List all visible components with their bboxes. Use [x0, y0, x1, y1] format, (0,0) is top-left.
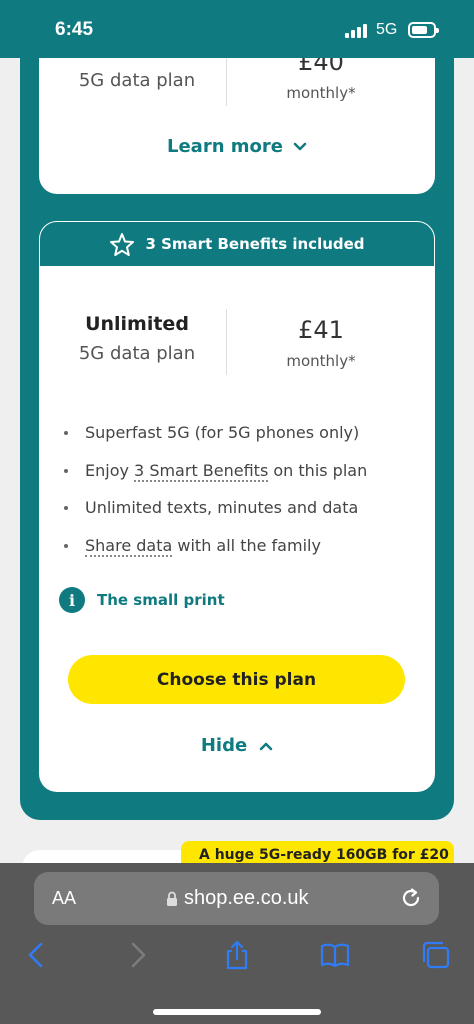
list-item: Unlimited texts, minutes and data — [61, 496, 367, 534]
plan-card-main: 3 Smart Benefits included Unlimited 5G d… — [39, 221, 435, 792]
tabs-icon[interactable] — [421, 940, 451, 970]
promo-text: A huge 5G-ready 160GB for £20 — [199, 847, 449, 863]
status-bar: 6:45 5G — [0, 0, 474, 58]
list-item: Superfast 5G (for 5G phones only) — [61, 421, 367, 459]
reload-icon[interactable] — [399, 886, 423, 910]
network-label: 5G — [376, 21, 398, 38]
learn-more-label: Learn more — [167, 136, 283, 157]
hide-label: Hide — [200, 735, 248, 756]
forward-icon[interactable] — [122, 940, 152, 970]
lock-icon — [167, 891, 177, 906]
url-display[interactable]: shop.ee.co.uk — [166, 887, 309, 910]
list-item: Share data with all the family — [61, 534, 367, 572]
plan-price-block: £41 monthly* — [236, 316, 406, 370]
signal-icon — [345, 24, 369, 38]
share-icon[interactable] — [222, 940, 252, 970]
plan-subtitle: 5G data plan — [78, 343, 196, 364]
plan-title: Unlimited — [85, 313, 189, 335]
info-icon: i — [59, 587, 85, 613]
chevron-down-icon — [293, 142, 307, 150]
browser-toolbar: AA shop.ee.co.uk — [0, 863, 474, 1024]
benefits-header: 3 Smart Benefits included — [39, 221, 435, 267]
plan-name-block: Unlimited 5G data plan — [42, 313, 232, 364]
status-time: 6:45 — [55, 19, 94, 40]
url-text: shop.ee.co.uk — [184, 887, 309, 909]
smart-benefits-link[interactable]: 3 Smart Benefits — [134, 460, 269, 482]
address-bar[interactable]: AA shop.ee.co.uk — [34, 872, 439, 925]
plan-divider — [226, 309, 227, 375]
plan-card-top: Unlimited 5G data plan £40 monthly* Lear… — [39, 40, 435, 194]
home-indicator — [153, 1009, 321, 1015]
back-icon[interactable] — [22, 940, 52, 970]
hide-link[interactable]: Hide — [39, 735, 435, 756]
bookmarks-icon[interactable] — [320, 940, 350, 970]
choose-plan-button[interactable]: Choose this plan — [68, 655, 405, 704]
small-print-label: The small print — [97, 591, 225, 609]
plan-subtitle: 5G data plan — [78, 70, 196, 91]
plan-price: £41 — [298, 316, 344, 344]
plan-period: monthly* — [286, 84, 356, 102]
share-data-link[interactable]: Share data — [85, 535, 173, 557]
benefits-header-text: 3 Smart Benefits included — [145, 235, 365, 253]
reader-options-button[interactable]: AA — [52, 888, 76, 909]
battery-icon — [408, 22, 439, 38]
list-item: Enjoy 3 Smart Benefits on this plan — [61, 459, 367, 497]
benefits-list: Superfast 5G (for 5G phones only) Enjoy … — [61, 421, 367, 571]
small-print-link[interactable]: i The small print — [59, 587, 225, 613]
star-icon — [110, 233, 135, 256]
learn-more-link[interactable]: Learn more — [39, 136, 435, 157]
plan-period: monthly* — [286, 352, 356, 370]
chevron-up-icon — [259, 742, 273, 750]
